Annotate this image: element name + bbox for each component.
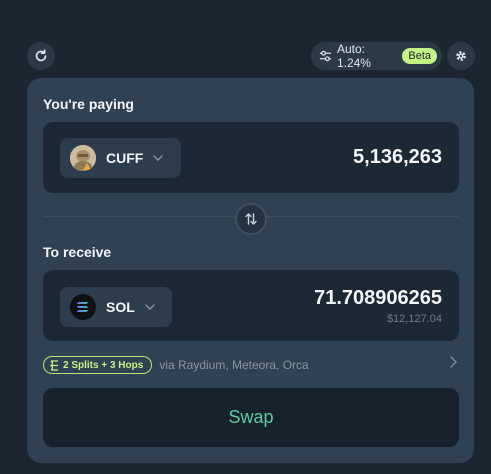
swap-button[interactable]: Swap: [43, 388, 459, 447]
receive-amount: 71.708906265: [314, 287, 442, 309]
refresh-icon: [35, 49, 47, 62]
route-icon: [50, 359, 58, 371]
paying-input-box: CUFF 5,136,263: [43, 122, 459, 193]
settings-button[interactable]: [447, 42, 475, 70]
slippage-setting[interactable]: Auto: 1.24% Beta: [311, 42, 442, 70]
paying-token-selector[interactable]: CUFF: [60, 138, 181, 178]
route-via-text: via Raydium, Meteora, Orca: [159, 358, 309, 372]
route-info[interactable]: 2 Splits + 3 Hops via Raydium, Meteora, …: [43, 354, 459, 376]
receive-token-selector[interactable]: SOL: [60, 287, 172, 327]
paying-label: You're paying: [43, 96, 134, 112]
chevron-down-icon: [145, 304, 155, 310]
route-summary-pill: 2 Splits + 3 Hops: [43, 356, 153, 374]
beta-badge: Beta: [402, 48, 437, 64]
refresh-button[interactable]: [27, 42, 55, 70]
receive-token-symbol: SOL: [106, 299, 135, 315]
slippage-label: Auto: 1.24%: [336, 42, 371, 70]
chevron-down-icon: [153, 155, 164, 161]
chevron-right-icon: [450, 356, 457, 368]
gear-icon: [456, 51, 466, 61]
swap-card: You're paying CUFF 5,136,263 To receive …: [27, 78, 474, 463]
receive-usd-value: $12,127.04: [386, 313, 442, 325]
receive-output-box: SOL 71.708906265 $12,127.04: [43, 270, 459, 341]
receive-label: To receive: [43, 244, 112, 260]
paying-amount-input[interactable]: 5,136,263: [353, 146, 442, 169]
sliders-icon: [319, 50, 332, 62]
sol-token-icon: [70, 294, 96, 320]
cuff-token-icon: [70, 145, 96, 171]
swap-arrows-icon: [245, 213, 257, 225]
switch-tokens-button[interactable]: [235, 203, 267, 235]
paying-token-symbol: CUFF: [106, 150, 144, 166]
route-summary-text: 2 Splits + 3 Hops: [63, 359, 144, 371]
